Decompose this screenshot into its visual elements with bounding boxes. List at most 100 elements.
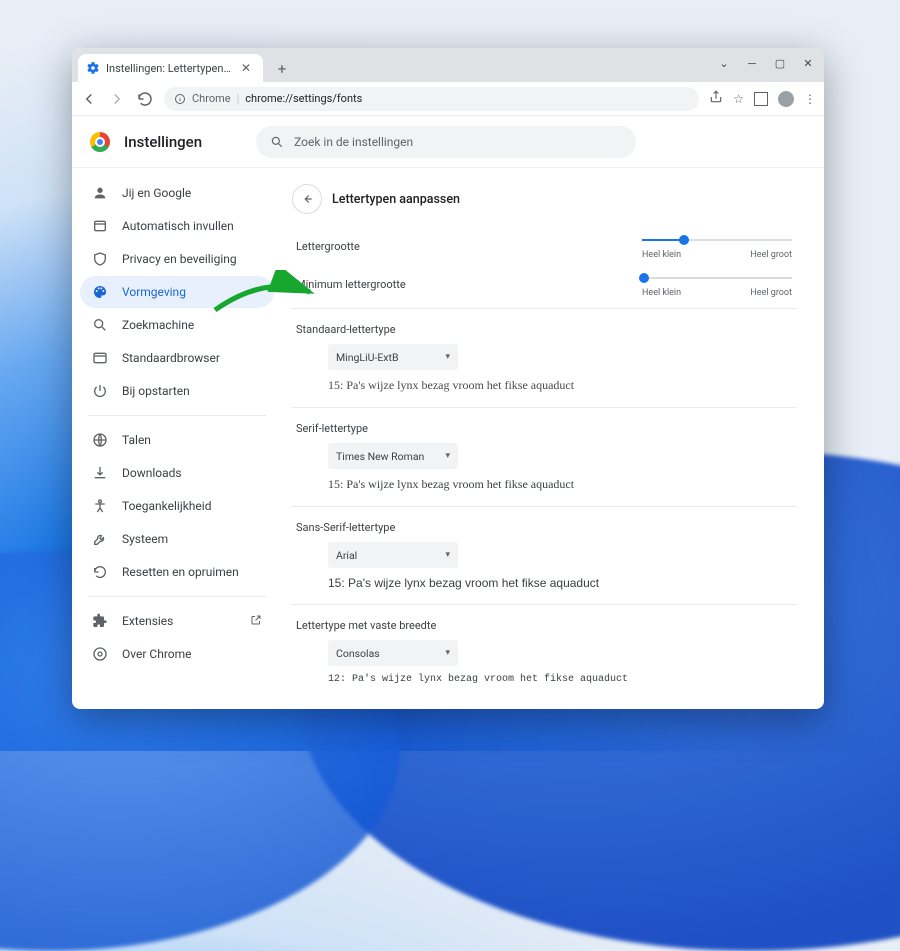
chrome-icon bbox=[92, 646, 108, 662]
serif-font-sample: 15: Pa's wijze lynx bezag vroom het fiks… bbox=[328, 477, 796, 492]
slider-max-label: Heel groot bbox=[750, 288, 792, 298]
reset-icon bbox=[92, 564, 108, 580]
sidebar-item-label: Zoekmachine bbox=[122, 318, 194, 332]
browser-window: Instellingen: Lettertypen aanpas… ✕ + ⌄ … bbox=[72, 48, 824, 709]
forward-button[interactable] bbox=[108, 90, 126, 108]
url-prefix: Chrome bbox=[192, 92, 231, 105]
browser-icon bbox=[92, 350, 108, 366]
chevron-down-icon: ▾ bbox=[445, 550, 450, 560]
back-button[interactable] bbox=[80, 90, 98, 108]
serif-font-label: Serif-lettertype bbox=[296, 422, 796, 435]
extension-icon[interactable] bbox=[754, 92, 768, 106]
close-window-button[interactable]: ✕ bbox=[796, 52, 820, 74]
sidebar-item-extensions[interactable]: Extensies bbox=[80, 605, 274, 637]
sans-font-label: Sans-Serif-lettertype bbox=[296, 521, 796, 534]
url-path: chrome://settings/fonts bbox=[245, 92, 362, 105]
standard-font-sample: 15: Pa's wijze lynx bezag vroom het fiks… bbox=[328, 378, 796, 393]
download-icon bbox=[92, 465, 108, 481]
slider-max-label: Heel groot bbox=[750, 250, 792, 260]
annotation-arrow-icon bbox=[210, 270, 320, 320]
browser-tab[interactable]: Instellingen: Lettertypen aanpas… ✕ bbox=[78, 54, 263, 82]
maximize-button[interactable]: ▢ bbox=[768, 52, 792, 74]
min-font-size-slider[interactable] bbox=[642, 270, 792, 286]
chevron-down-icon: ▾ bbox=[445, 648, 450, 658]
globe-icon bbox=[92, 432, 108, 448]
min-font-size-label: Minimum lettergrootte bbox=[296, 278, 612, 291]
accessibility-icon bbox=[92, 498, 108, 514]
sidebar-item-label: Toegankelijkheid bbox=[122, 499, 211, 513]
standard-font-value: MingLiU-ExtB bbox=[336, 351, 399, 364]
sidebar-item-system[interactable]: Systeem bbox=[80, 523, 274, 555]
chrome-logo-icon bbox=[90, 132, 110, 152]
search-icon bbox=[270, 135, 284, 149]
close-tab-icon[interactable]: ✕ bbox=[237, 59, 255, 77]
sidebar-item-label: Systeem bbox=[122, 532, 168, 546]
sans-font-sample: 15: Pa's wijze lynx bezag vroom het fiks… bbox=[328, 576, 796, 590]
site-info-icon[interactable] bbox=[174, 93, 186, 105]
sidebar-item-label: Jij en Google bbox=[122, 186, 191, 200]
fixed-font-label: Lettertype met vaste breedte bbox=[296, 619, 796, 632]
power-icon bbox=[92, 383, 108, 399]
palette-icon bbox=[92, 284, 108, 300]
sidebar-item-label: Over Chrome bbox=[122, 647, 192, 661]
sidebar-item-label: Automatisch invullen bbox=[122, 219, 234, 233]
reload-button[interactable] bbox=[136, 90, 154, 108]
shield-icon bbox=[92, 251, 108, 267]
menu-icon[interactable]: ⋮ bbox=[804, 92, 816, 106]
sidebar-item-label: Talen bbox=[122, 433, 151, 447]
sidebar-item-label: Extensies bbox=[122, 614, 173, 628]
search-icon bbox=[92, 317, 108, 333]
settings-header: Instellingen Zoek in de instellingen bbox=[72, 116, 824, 168]
sans-font-dropdown[interactable]: Arial ▾ bbox=[328, 542, 458, 568]
sidebar-item-downloads[interactable]: Downloads bbox=[80, 457, 274, 489]
search-placeholder: Zoek in de instellingen bbox=[294, 135, 413, 149]
settings-sidebar: Jij en Google Automatisch invullen Priva… bbox=[72, 168, 282, 709]
autofill-icon bbox=[92, 218, 108, 234]
fixed-font-sample: 12: Pa's wijze lynx bezag vroom het fiks… bbox=[328, 674, 796, 685]
sidebar-item-accessibility[interactable]: Toegankelijkheid bbox=[80, 490, 274, 522]
page-title: Instellingen bbox=[124, 133, 202, 151]
fixed-font-value: Consolas bbox=[336, 647, 380, 660]
titlebar: Instellingen: Lettertypen aanpas… ✕ + ⌄ … bbox=[72, 48, 824, 82]
sidebar-item-label: Bij opstarten bbox=[122, 384, 190, 398]
wrench-icon bbox=[92, 531, 108, 547]
sidebar-item-label: Resetten en opruimen bbox=[122, 565, 239, 579]
standard-font-label: Standaard-lettertype bbox=[296, 323, 796, 336]
puzzle-icon bbox=[92, 613, 108, 629]
sidebar-item-languages[interactable]: Talen bbox=[80, 424, 274, 456]
sidebar-item-on-startup[interactable]: Bij opstarten bbox=[80, 375, 274, 407]
window-controls: ⌄ ─ ▢ ✕ bbox=[712, 52, 820, 74]
sidebar-item-label: Standaardbrowser bbox=[122, 351, 220, 365]
slider-min-label: Heel klein bbox=[642, 288, 681, 298]
fixed-font-dropdown[interactable]: Consolas ▾ bbox=[328, 640, 458, 666]
new-tab-button[interactable]: + bbox=[269, 56, 295, 82]
slider-min-label: Heel klein bbox=[642, 250, 681, 260]
sidebar-item-autofill[interactable]: Automatisch invullen bbox=[80, 210, 274, 242]
bookmark-icon[interactable]: ☆ bbox=[733, 92, 744, 106]
chevron-down-icon: ▾ bbox=[445, 352, 450, 362]
chevron-down-icon[interactable]: ⌄ bbox=[712, 52, 736, 74]
settings-search[interactable]: Zoek in de instellingen bbox=[256, 126, 636, 158]
standard-font-dropdown[interactable]: MingLiU-ExtB ▾ bbox=[328, 344, 458, 370]
serif-font-dropdown[interactable]: Times New Roman ▾ bbox=[328, 443, 458, 469]
serif-font-value: Times New Roman bbox=[336, 450, 424, 463]
chevron-down-icon: ▾ bbox=[445, 451, 450, 461]
share-icon[interactable] bbox=[709, 90, 723, 107]
person-icon bbox=[92, 185, 108, 201]
sidebar-item-label: Vormgeving bbox=[122, 285, 186, 299]
sidebar-item-you-and-google[interactable]: Jij en Google bbox=[80, 177, 274, 209]
sidebar-item-label: Downloads bbox=[122, 466, 182, 480]
sidebar-item-about[interactable]: Over Chrome bbox=[80, 638, 274, 670]
profile-icon[interactable] bbox=[778, 91, 794, 107]
address-bar[interactable]: Chrome | chrome://settings/fonts bbox=[164, 87, 699, 111]
sidebar-item-default-browser[interactable]: Standaardbrowser bbox=[80, 342, 274, 374]
font-size-slider[interactable] bbox=[642, 232, 792, 248]
settings-content: Lettertypen aanpassen Lettergrootte Heel… bbox=[282, 168, 824, 709]
subpage-title: Lettertypen aanpassen bbox=[332, 192, 460, 207]
back-to-appearance-button[interactable] bbox=[292, 184, 322, 214]
sidebar-item-label: Privacy en beveiliging bbox=[122, 252, 237, 266]
sidebar-item-reset[interactable]: Resetten en opruimen bbox=[80, 556, 274, 588]
font-size-label: Lettergrootte bbox=[296, 240, 612, 253]
minimize-button[interactable]: ─ bbox=[740, 52, 764, 74]
external-link-icon bbox=[250, 614, 262, 629]
